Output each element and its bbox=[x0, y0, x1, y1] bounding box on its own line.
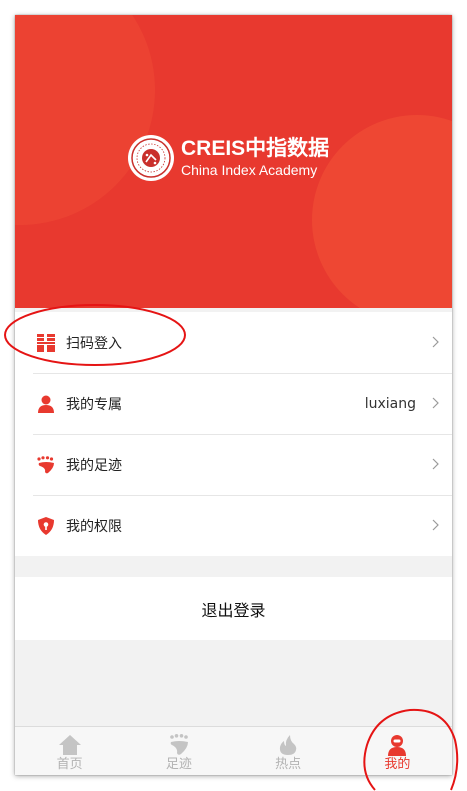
flame-icon bbox=[280, 735, 297, 755]
tab-label: 我的 bbox=[384, 757, 411, 772]
menu-item-my-footprints[interactable]: 我的足迹 bbox=[15, 434, 452, 495]
menu-item-my-exclusive[interactable]: 我的专属 luxiang bbox=[15, 373, 452, 434]
brand-logo: CREIS中指数据 China Index Academy bbox=[128, 135, 329, 181]
phone-screen: CREIS中指数据 China Index Academy 扫码登入 我的专属 … bbox=[15, 15, 452, 775]
menu-item-my-permissions[interactable]: 我的权限 bbox=[15, 495, 452, 556]
menu-item-label: 扫码登入 bbox=[66, 335, 122, 352]
brand-subtitle: China Index Academy bbox=[181, 162, 318, 178]
logo-emblem-icon bbox=[128, 135, 174, 181]
menu-item-label: 我的足迹 bbox=[66, 457, 122, 474]
header-banner: CREIS中指数据 China Index Academy bbox=[15, 15, 452, 308]
shield-icon bbox=[37, 517, 55, 535]
tab-label: 首页 bbox=[56, 757, 83, 772]
menu-item-scan-login[interactable]: 扫码登入 bbox=[15, 312, 452, 373]
chevron-right-icon bbox=[432, 336, 439, 348]
footprint-icon bbox=[170, 734, 188, 755]
chevron-right-icon bbox=[432, 397, 439, 409]
profile-menu: 扫码登入 我的专属 luxiang 我的足迹 我的权限 bbox=[15, 312, 452, 556]
home-icon bbox=[58, 735, 81, 755]
logout-button[interactable]: 退出登录 bbox=[15, 577, 452, 640]
tab-label: 热点 bbox=[275, 757, 302, 772]
chevron-right-icon bbox=[432, 519, 439, 531]
qr-scan-icon bbox=[37, 334, 55, 352]
user-icon bbox=[388, 735, 407, 756]
tab-home[interactable]: 首页 bbox=[15, 727, 124, 775]
tab-footprints[interactable]: 足迹 bbox=[124, 727, 233, 775]
banner-decoration bbox=[15, 15, 155, 225]
chevron-right-icon bbox=[432, 458, 439, 470]
person-icon bbox=[37, 395, 55, 413]
tab-hot[interactable]: 热点 bbox=[234, 727, 343, 775]
bottom-tab-bar: 首页 足迹 热点 我的 bbox=[15, 726, 452, 775]
brand-title: CREIS中指数据 bbox=[181, 137, 330, 160]
footprint-icon bbox=[37, 456, 55, 474]
banner-decoration bbox=[312, 115, 452, 308]
tab-me[interactable]: 我的 bbox=[343, 727, 452, 775]
menu-item-label: 我的专属 bbox=[66, 396, 122, 413]
tab-label: 足迹 bbox=[165, 757, 192, 772]
menu-item-label: 我的权限 bbox=[66, 518, 122, 535]
username-value: luxiang bbox=[364, 395, 416, 412]
